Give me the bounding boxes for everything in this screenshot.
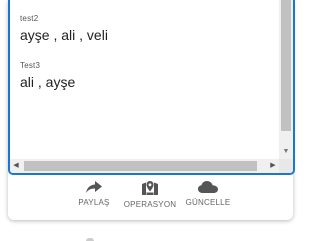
cloud-icon <box>182 180 234 194</box>
action-bar: PAYLAŞ OPERASYON GÜNCELLE <box>8 180 293 214</box>
operation-button[interactable]: OPERASYON <box>122 180 178 209</box>
entry-value: ayşe , ali , veli <box>20 27 108 43</box>
entry-item: Test3 ali , ayşe <box>20 61 75 90</box>
share-button[interactable]: PAYLAŞ <box>74 180 114 207</box>
horizontal-scrollbar-thumb[interactable] <box>24 161 257 171</box>
entry-item: test2 ayşe , ali , veli <box>20 14 108 43</box>
scroll-left-arrow-icon[interactable]: ◀ <box>10 159 22 173</box>
update-button[interactable]: GÜNCELLE <box>182 180 234 207</box>
card: test2 ayşe , ali , veli Test3 ali , ayşe… <box>8 0 295 220</box>
scroll-right-arrow-icon[interactable]: ▶ <box>267 159 279 173</box>
update-label: GÜNCELLE <box>185 198 231 207</box>
map-marker-icon <box>122 180 178 196</box>
scrollbar-corner <box>279 159 293 173</box>
entry-title: test2 <box>20 14 39 23</box>
entry-value: ali , ayşe <box>20 74 76 90</box>
share-icon <box>74 180 114 194</box>
entry-title: Test3 <box>20 61 41 70</box>
multiline-text-field[interactable]: test2 ayşe , ali , veli Test3 ali , ayşe… <box>8 0 295 175</box>
share-label: PAYLAŞ <box>78 198 110 207</box>
vertical-scrollbar-thumb[interactable] <box>281 0 291 131</box>
scroll-down-arrow-icon[interactable]: ▼ <box>279 147 293 157</box>
text-field-content: test2 ayşe , ali , veli Test3 ali , ayşe <box>10 0 279 159</box>
horizontal-scrollbar[interactable]: ◀ ▶ <box>10 159 279 173</box>
vertical-scrollbar[interactable]: ▼ <box>279 0 293 159</box>
operation-label: OPERASYON <box>123 200 177 209</box>
